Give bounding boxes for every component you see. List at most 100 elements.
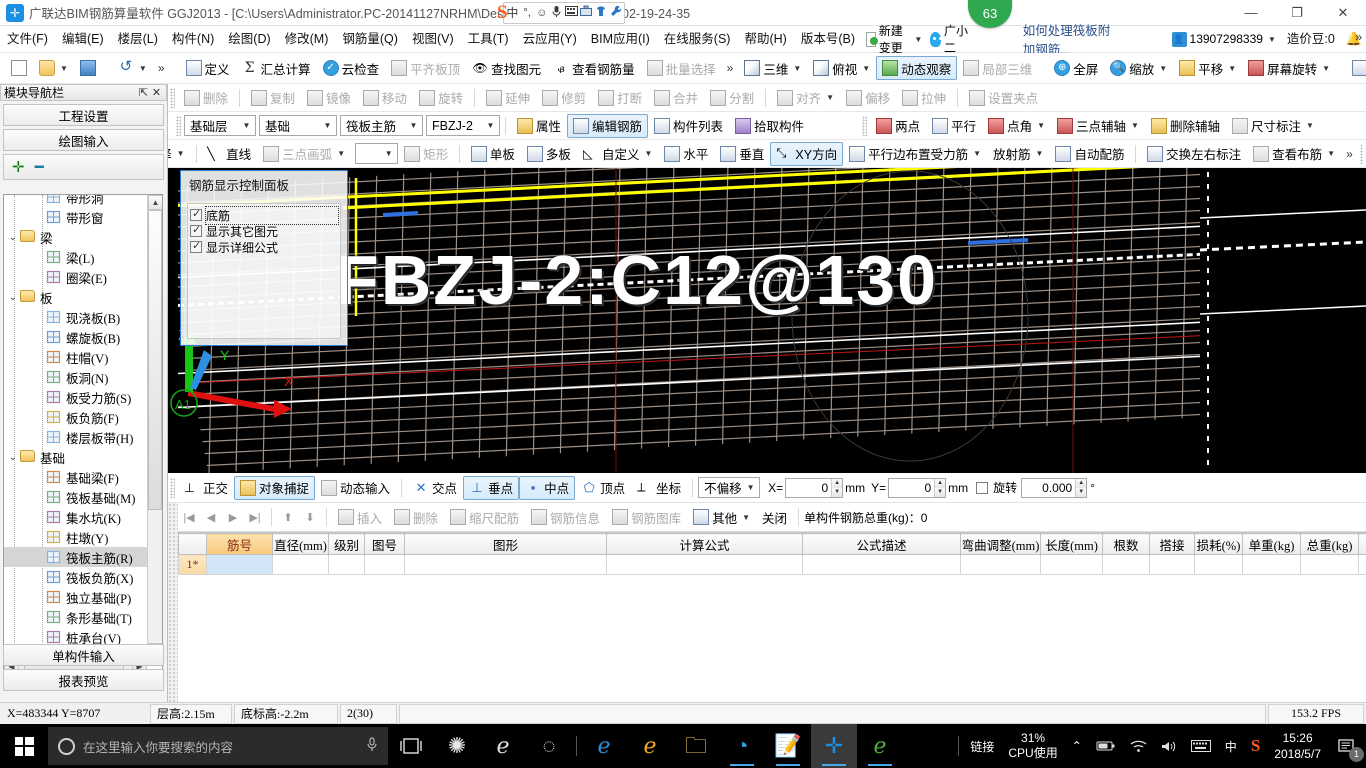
floor-chevron-down-icon[interactable]: ▼ xyxy=(240,121,253,130)
tree-item-raft-negative-rebar[interactable]: 筏板负筋(X) xyxy=(4,567,147,587)
tree-item-foundation-beam[interactable]: 基础梁(F) xyxy=(4,467,147,487)
tray-link-label[interactable]: 链接 xyxy=(963,724,1001,768)
table-column-header[interactable]: 根数 xyxy=(1102,533,1150,555)
tree-item-floor-band[interactable]: 楼层板带(H) xyxy=(4,427,147,447)
internet-explorer-icon[interactable]: ℯ xyxy=(627,724,673,768)
member-name-chevron-down-icon[interactable]: ▼ xyxy=(484,121,497,130)
rotate-spin-down-icon[interactable]: ▼ xyxy=(1076,487,1087,497)
taskbar-clock[interactable]: 15:26 2018/5/7 xyxy=(1267,724,1328,768)
draw-toolbar-overflow-icon[interactable]: » xyxy=(1341,147,1358,161)
xy-direction-button[interactable]: ⤡ XY方向 xyxy=(770,141,844,166)
menu-help[interactable]: 帮助(H) xyxy=(737,26,793,53)
zoom-button[interactable]: 🔍 缩放 ▼ xyxy=(1104,56,1173,80)
table-cell[interactable] xyxy=(1300,554,1359,575)
arc-chevron-down-icon[interactable]: ▼ xyxy=(337,149,345,158)
align-slab-top-button[interactable]: 平齐板顶 xyxy=(385,56,466,80)
member-name-select[interactable]: FBZJ-2 ▼ xyxy=(426,115,500,136)
table-cell[interactable] xyxy=(328,554,365,575)
modify-toolbar-gripper[interactable] xyxy=(170,87,175,108)
option-show-detail-formula[interactable]: 显示详细公式 xyxy=(190,239,338,255)
custom-chevron-down-icon[interactable]: ▼ xyxy=(644,149,652,158)
ggj-app-icon[interactable]: ✛ xyxy=(811,724,857,768)
tree-item-strip-hole[interactable]: 带形洞 xyxy=(4,195,147,207)
tree-item-raft-foundation[interactable]: 筏板基础(M) xyxy=(4,487,147,507)
select-chevron-down-icon[interactable]: ▼ xyxy=(177,149,185,158)
rotate-input[interactable]: 0.000 ▲ ▼ xyxy=(1021,477,1088,498)
fullscreen-button[interactable]: ⊕ 全屏 xyxy=(1048,56,1104,80)
tree-item-slab-hole[interactable]: 板洞(N) xyxy=(4,367,147,387)
task-view-icon[interactable] xyxy=(388,724,434,768)
notification-center-button[interactable]: 1 xyxy=(1328,724,1366,768)
x-spin-up-icon[interactable]: ▲ xyxy=(832,478,843,488)
account-button[interactable]: 👤 13907298339 ▼ xyxy=(1168,31,1280,47)
y-offset-input[interactable]: 0 ▲ ▼ xyxy=(888,477,947,498)
table-column-header[interactable]: 公式描述 xyxy=(802,533,961,555)
ime-skin-icon[interactable] xyxy=(595,5,608,21)
dimension-button[interactable]: 尺寸标注 ▼ xyxy=(1226,114,1320,138)
delete-button[interactable]: 删除 xyxy=(178,86,234,110)
tree-vertical-scrollbar[interactable]: ▲ ▼ xyxy=(147,195,162,658)
tree-item-isolated-foundation[interactable]: 独立基础(P) xyxy=(4,587,147,607)
table-column-header[interactable]: 弯曲调整(mm) xyxy=(960,533,1041,555)
define-button[interactable]: 定义 xyxy=(180,56,236,80)
table-column-header[interactable]: 级别 xyxy=(328,533,365,555)
option-bottom-rebar[interactable]: 底筋 xyxy=(190,205,339,225)
component-list-button[interactable]: 构件列表 xyxy=(648,114,729,138)
table-column-header[interactable]: 总重(kg) xyxy=(1300,533,1359,555)
break-button[interactable]: 打断 xyxy=(592,86,648,110)
auto-rebar-button[interactable]: 自动配筋 xyxy=(1049,142,1130,166)
single-component-input-button[interactable]: 单构件输入 xyxy=(3,644,164,666)
green-browser-icon[interactable]: ℯ xyxy=(857,724,903,768)
table-cell[interactable] xyxy=(1149,554,1195,575)
summary-calc-button[interactable]: Σ 汇总计算 xyxy=(236,56,317,80)
close-rebar-editor-button[interactable]: 关闭 xyxy=(756,505,793,529)
zoom-chevron-down-icon[interactable]: ▼ xyxy=(1159,64,1167,73)
spiral-app-icon[interactable]: ◌ xyxy=(526,724,572,768)
pick-component-button[interactable]: 拾取构件 xyxy=(729,114,810,138)
checkbox-show-other-elements[interactable] xyxy=(190,223,202,237)
component-toolbar-gripper[interactable] xyxy=(176,115,181,136)
vertical-button[interactable]: 垂直 xyxy=(714,142,770,166)
align-button[interactable]: 对齐 ▼ xyxy=(771,86,840,110)
tree-expand-icon[interactable]: ⌄ xyxy=(6,232,20,243)
rotate-spin-up-icon[interactable]: ▲ xyxy=(1076,478,1087,488)
ie-old-icon[interactable]: ℯ xyxy=(480,724,526,768)
object-snap-button[interactable]: 对象捕捉 xyxy=(234,475,316,500)
rotate-chevron-down-icon[interactable]: ▼ xyxy=(1322,64,1330,73)
ime-settings-wrench-icon[interactable] xyxy=(609,5,622,21)
scroll-thumb-vertical[interactable] xyxy=(148,210,162,510)
rebar-table[interactable]: 筋号 直径(mm) 级别 图号 图形 计算公式 公式描述 弯曲调整(mm) 长度(mm) 根数 搭接… xyxy=(178,532,1366,702)
rebar-library-button[interactable]: 钢筋图库 xyxy=(606,505,687,529)
tray-cpu-usage[interactable]: 31% CPU使用 xyxy=(1001,724,1064,768)
dynamic-observe-button[interactable]: 动态观察 xyxy=(876,56,958,80)
menu-rebar-qty[interactable]: 钢筋量(Q) xyxy=(335,26,405,53)
table-column-header[interactable]: 图形 xyxy=(404,533,607,555)
save-button[interactable] xyxy=(74,56,102,80)
ime-keyboard-icon[interactable] xyxy=(564,5,578,21)
undo-chevron-down-icon[interactable]: ▼ xyxy=(139,64,147,73)
new-change-button[interactable]: 新建变更 ▼ xyxy=(862,24,926,55)
close-button[interactable]: ✕ xyxy=(1320,0,1366,26)
nav-last-button[interactable]: ▶| xyxy=(244,507,266,527)
draw-style-chevron-down-icon[interactable]: ▼ xyxy=(382,149,395,158)
open-file-button[interactable]: ▼ xyxy=(33,56,74,80)
insert-row-button[interactable]: 插入 xyxy=(332,505,388,529)
keyboard-icon[interactable] xyxy=(1184,724,1218,768)
table-cell[interactable] xyxy=(206,554,273,575)
menu-edit[interactable]: 编辑(E) xyxy=(55,26,111,53)
edge-icon[interactable]: ℯ xyxy=(581,724,627,768)
x-offset-input[interactable]: 0 ▲ ▼ xyxy=(785,477,844,498)
project-settings-button[interactable]: 工程设置 xyxy=(3,104,164,126)
component-tree[interactable]: 带形洞 带形窗 ⌄ 梁梁(L) 圈梁(E) ⌄ 板现浇板(B) 螺旋板(B) 柱帽(V) 板洞(N… xyxy=(3,194,163,674)
chevron-down-icon[interactable]: ▼ xyxy=(914,35,922,44)
batch-select-button[interactable]: 批量选择 xyxy=(641,56,722,80)
radial-chevron-down-icon[interactable]: ▼ xyxy=(1036,149,1044,158)
intersection-snap-button[interactable]: ✕ 交点 xyxy=(407,476,463,500)
mirror-button[interactable]: 镜像 xyxy=(301,86,357,110)
menu-bim-app[interactable]: BIM应用(I) xyxy=(584,26,657,53)
new-file-button[interactable] xyxy=(5,56,33,80)
toolbar1-overflow-icon[interactable]: » xyxy=(153,61,170,75)
perpendicular-snap-button[interactable]: ⊥ 垂点 xyxy=(463,475,520,500)
draw-toolbar-end-gripper[interactable] xyxy=(1359,143,1363,164)
delete-row-button[interactable]: 删除 xyxy=(388,505,444,529)
